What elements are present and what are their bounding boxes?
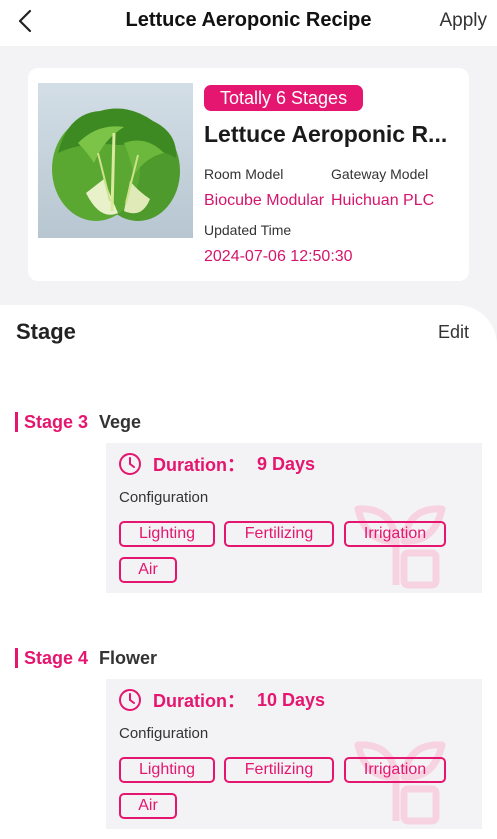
duration-row: Duration： 10 Days <box>118 687 325 713</box>
apply-button[interactable]: Apply <box>439 10 487 32</box>
lighting-chip[interactable]: Lighting <box>119 521 215 547</box>
updated-time-label: Updated Time <box>204 222 292 238</box>
lighting-chip[interactable]: Lighting <box>119 757 215 783</box>
page-title: Lettuce Aeroponic Recipe <box>125 9 372 31</box>
leaf-logo-icon <box>354 505 446 589</box>
clock-icon <box>119 689 141 711</box>
edit-button[interactable]: Edit <box>438 322 469 343</box>
clock-icon <box>119 453 141 475</box>
duration-value: 9 Days <box>257 453 316 474</box>
air-chip[interactable]: Air <box>119 557 177 583</box>
recipe-name: Lettuce Aeroponic R... <box>204 121 448 147</box>
stage-section-title: Stage <box>16 319 76 344</box>
air-chip[interactable]: Air <box>119 793 177 819</box>
fertilizing-chip[interactable]: Fertilizing <box>224 521 334 547</box>
stage-panel: Stage Edit Stage 3 Vege Duration： 9 Days… <box>0 305 497 839</box>
stage-name: Vege <box>99 411 142 432</box>
stage-accent-bar <box>15 648 18 668</box>
stage-header: Stage 4 Flower <box>15 648 157 668</box>
stage-header: Stage 3 Vege <box>15 412 141 432</box>
configuration-label: Configuration <box>119 489 209 506</box>
duration-label: Duration： <box>153 691 245 711</box>
duration-row: Duration： 9 Days <box>118 451 315 477</box>
stage-accent-bar <box>15 412 18 432</box>
duration-label: Duration： <box>153 455 245 475</box>
duration-value: 10 Days <box>257 689 326 710</box>
irrigation-chip[interactable]: Irrigation <box>344 757 446 783</box>
stage-card[interactable]: Duration： 9 Days Configuration Lighting … <box>106 443 482 593</box>
gateway-model-label: Gateway Model <box>331 166 429 182</box>
total-stages-badge: Totally 6 Stages <box>204 85 364 111</box>
configuration-label: Configuration <box>119 725 209 742</box>
stage-number: Stage 3 <box>24 411 89 432</box>
stage-name: Flower <box>99 647 158 668</box>
stage-number: Stage 4 <box>24 647 89 668</box>
room-model-value: Biocube Modular <box>204 192 325 209</box>
lettuce-photo <box>38 83 193 238</box>
leaf-logo-icon <box>354 741 446 825</box>
stage-card[interactable]: Duration： 10 Days Configuration Lighting… <box>106 679 482 829</box>
fertilizing-chip[interactable]: Fertilizing <box>224 757 334 783</box>
room-model-label: Room Model <box>204 166 284 182</box>
updated-time-value: 2024-07-06 12:50:30 <box>204 248 353 265</box>
irrigation-chip[interactable]: Irrigation <box>344 521 446 547</box>
gateway-model-value: Huichuan PLC <box>331 192 435 209</box>
recipe-card: Totally 6 Stages Lettuce Aeroponic R... … <box>28 68 469 281</box>
top-bar: Lettuce Aeroponic Recipe Apply <box>0 0 497 46</box>
